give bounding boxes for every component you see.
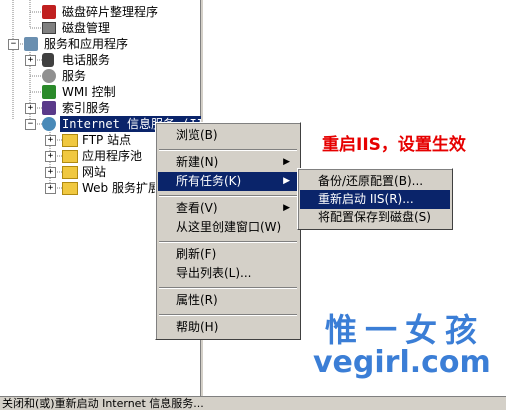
folder-icon bbox=[62, 166, 78, 179]
disk-icon bbox=[42, 22, 56, 34]
expand-icon[interactable]: + bbox=[25, 103, 36, 114]
context-menu: 浏览(B) 新建(N) ▶ 所有任务(K) ▶ 查看(V) ▶ 从这里创建窗口(W) … bbox=[155, 122, 301, 340]
menu-item-help[interactable]: 帮助(H) bbox=[158, 318, 298, 337]
tree-item-label: 网站 bbox=[82, 165, 107, 179]
tree-item-label: 服务和应用程序 bbox=[44, 37, 129, 51]
wmi-icon bbox=[42, 85, 56, 99]
services-apps-icon bbox=[24, 37, 38, 51]
expand-icon[interactable]: + bbox=[45, 183, 56, 194]
submenu-item-save-config[interactable]: 将配置保存到磁盘(S) bbox=[300, 208, 450, 227]
menu-item-export-list[interactable]: 导出列表(L)... bbox=[158, 264, 298, 283]
folder-icon bbox=[62, 182, 78, 195]
tree-item-label: 磁盘碎片整理程序 bbox=[62, 5, 159, 19]
tree-item-label: 服务 bbox=[62, 69, 87, 83]
folder-icon bbox=[62, 150, 78, 163]
tree-item-label: 索引服务 bbox=[62, 101, 111, 115]
expand-icon[interactable]: + bbox=[45, 135, 56, 146]
expand-icon[interactable]: + bbox=[25, 55, 36, 66]
all-tasks-submenu: 备份/还原配置(B)... 重新启动 IIS(R)... 将配置保存到磁盘(S) bbox=[297, 168, 453, 230]
submenu-arrow-icon: ▶ bbox=[283, 176, 290, 186]
folder-icon bbox=[62, 134, 78, 147]
menu-separator bbox=[159, 241, 297, 243]
tree-item-label: 电话服务 bbox=[62, 53, 111, 67]
menu-separator bbox=[159, 287, 297, 289]
tree-item-label: WMI 控制 bbox=[62, 85, 116, 99]
gear-icon bbox=[42, 69, 56, 83]
watermark-url: vegirl.com bbox=[313, 345, 491, 380]
status-bar: 关闭和(或)重新启动 Internet 信息服务... bbox=[0, 396, 506, 410]
submenu-item-restart-iis[interactable]: 重新启动 IIS(R)... bbox=[300, 190, 450, 209]
phone-icon bbox=[42, 53, 54, 67]
collapse-icon[interactable]: − bbox=[8, 39, 19, 50]
defrag-icon bbox=[42, 5, 56, 19]
tree-item-label: FTP 站点 bbox=[82, 133, 132, 147]
menu-item-refresh[interactable]: 刷新(F) bbox=[158, 245, 298, 264]
tree-item-label: 应用程序池 bbox=[82, 149, 143, 163]
indexing-icon bbox=[42, 101, 56, 115]
expand-icon[interactable]: + bbox=[45, 167, 56, 178]
menu-item-properties[interactable]: 属性(R) bbox=[158, 291, 298, 310]
menu-item-view[interactable]: 查看(V) ▶ bbox=[158, 199, 298, 218]
submenu-item-backup-restore[interactable]: 备份/还原配置(B)... bbox=[300, 172, 450, 191]
tree-item-label: 磁盘管理 bbox=[62, 21, 111, 35]
menu-separator bbox=[159, 314, 297, 316]
submenu-arrow-icon: ▶ bbox=[283, 157, 290, 167]
menu-item-all-tasks[interactable]: 所有任务(K) ▶ bbox=[158, 172, 298, 191]
iis-icon bbox=[42, 117, 56, 131]
menu-item-browse[interactable]: 浏览(B) bbox=[158, 126, 298, 145]
collapse-icon[interactable]: − bbox=[25, 119, 36, 130]
menu-separator bbox=[159, 195, 297, 197]
menu-item-new[interactable]: 新建(N) ▶ bbox=[158, 153, 298, 172]
tree-item-label: Web 服务扩展 bbox=[82, 181, 160, 195]
menu-separator bbox=[159, 149, 297, 151]
expand-icon[interactable]: + bbox=[45, 151, 56, 162]
submenu-arrow-icon: ▶ bbox=[283, 203, 290, 213]
annotation-text: 重启IIS，设置生效 bbox=[322, 135, 466, 155]
menu-item-new-window[interactable]: 从这里创建窗口(W) bbox=[158, 218, 298, 237]
